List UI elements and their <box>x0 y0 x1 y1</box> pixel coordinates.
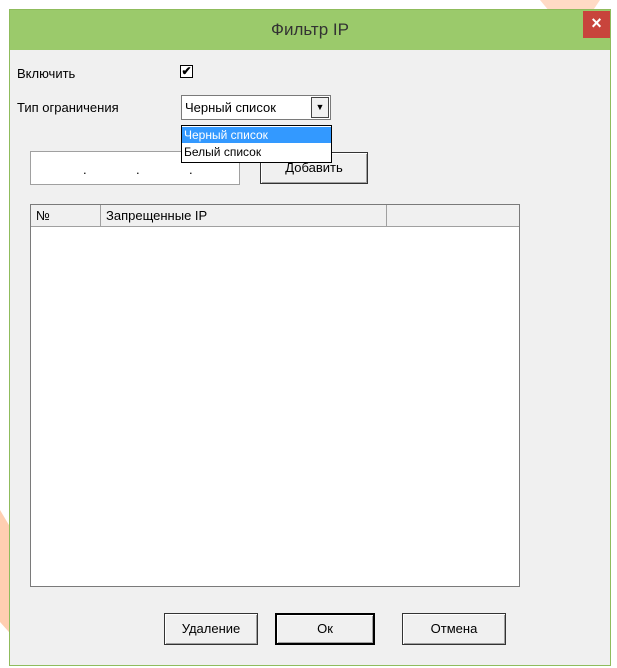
restriction-type-value: Черный список <box>185 100 276 115</box>
dropdown-option-blacklist[interactable]: Черный список <box>182 127 331 143</box>
enable-label: Включить <box>17 66 76 81</box>
cancel-button[interactable]: Отмена <box>402 613 506 645</box>
dialog-body: Включить ✔ Тип ограничения Черный список… <box>10 50 610 665</box>
ip-separator: . <box>136 162 140 177</box>
close-icon: × <box>591 13 602 33</box>
column-header-number[interactable]: № <box>31 205 101 226</box>
chevron-down-icon: ▼ <box>315 102 325 112</box>
title-bar[interactable]: Фильтр IP × <box>10 10 610 50</box>
restriction-type-dropdown: Черный список Белый список <box>181 125 332 163</box>
table-header: № Запрещенные IP <box>31 205 519 227</box>
restriction-type-label: Тип ограничения <box>17 100 119 115</box>
restriction-type-select[interactable]: Черный список ▼ <box>181 95 331 120</box>
enable-checkbox[interactable]: ✔ <box>180 65 193 78</box>
dialog-title: Фильтр IP <box>271 20 349 39</box>
close-button[interactable]: × <box>583 11 610 38</box>
ip-list-table[interactable]: № Запрещенные IP <box>30 204 520 587</box>
delete-button[interactable]: Удаление <box>164 613 258 645</box>
dropdown-arrow-button[interactable]: ▼ <box>311 97 329 118</box>
ip-separator: . <box>83 162 87 177</box>
dropdown-option-whitelist[interactable]: Белый список <box>182 144 331 160</box>
ip-separator: . <box>189 162 193 177</box>
ok-button[interactable]: Ок <box>275 613 375 645</box>
column-header-blocked-ip[interactable]: Запрещенные IP <box>101 205 387 226</box>
column-header-empty[interactable] <box>387 205 519 226</box>
ip-filter-dialog: Фильтр IP × Включить ✔ Тип ограничения Ч… <box>10 10 610 665</box>
check-icon: ✔ <box>181 64 192 78</box>
